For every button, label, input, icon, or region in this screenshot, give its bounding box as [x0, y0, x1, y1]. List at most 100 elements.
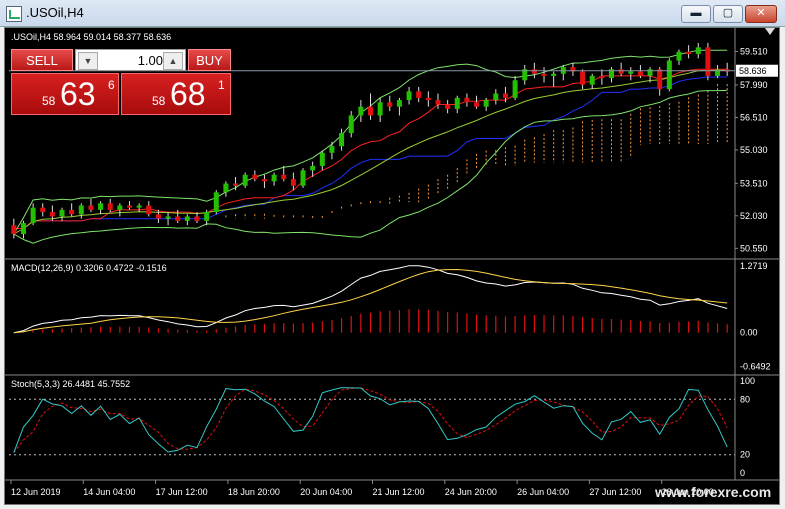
- candle-body: [184, 216, 190, 221]
- close-button[interactable]: ✕: [745, 5, 777, 23]
- window-title: .USOil,H4: [26, 5, 84, 20]
- buy-price-button[interactable]: 58 68 1: [121, 73, 231, 115]
- candle-body: [242, 174, 248, 186]
- candle-body: [127, 205, 132, 208]
- chart-shift-marker-icon[interactable]: [765, 28, 775, 35]
- candle-body: [445, 104, 451, 109]
- price-axis-label: 59.510: [740, 47, 768, 57]
- stoch-axis-label: 100: [740, 376, 755, 386]
- candle-body: [252, 174, 258, 180]
- price-axis-label: 55.030: [740, 145, 768, 155]
- candle-body: [368, 106, 373, 116]
- candle-body: [502, 93, 508, 98]
- candle-body: [223, 183, 229, 193]
- candle-body: [300, 170, 306, 186]
- lot-size-value: 1.00: [137, 53, 163, 68]
- candle-body: [233, 183, 239, 186]
- current-price-label: 58.636: [739, 66, 767, 76]
- candle-body: [329, 146, 335, 153]
- candle-body: [319, 152, 325, 166]
- sell-price-prefix: 58: [42, 94, 56, 108]
- candle-body: [676, 51, 682, 61]
- candle-body: [271, 174, 277, 182]
- candle-body: [30, 207, 36, 224]
- buy-price-main: 68: [170, 76, 206, 112]
- time-axis-label: 21 Jun 12:00: [373, 487, 425, 497]
- candle-body: [78, 205, 84, 215]
- time-axis-label: 27 Jun 12:00: [589, 487, 641, 497]
- price-axis-label: 57.990: [740, 80, 768, 90]
- candle-body: [474, 102, 480, 107]
- candle-body: [194, 216, 200, 221]
- chart-header-text: .USOil,H4 58.964 59.014 58.377 58.636: [11, 32, 171, 42]
- watermark-text: www.forexre.com: [655, 484, 772, 500]
- time-axis-label: 12 Jun 2019: [11, 487, 61, 497]
- candle-body: [580, 71, 586, 85]
- price-axis-label: 53.510: [740, 178, 768, 188]
- candle-body: [98, 203, 104, 210]
- lot-decrease-icon[interactable]: ▼: [78, 52, 98, 70]
- candle-body: [290, 179, 296, 186]
- candle-body: [628, 71, 634, 74]
- candle-body: [49, 212, 55, 217]
- time-axis-label: 18 Jun 20:00: [228, 487, 280, 497]
- candle-body: [666, 60, 672, 90]
- candle-body: [155, 214, 161, 219]
- stoch-main-line: [13, 387, 728, 453]
- candle-body: [339, 133, 345, 147]
- window-titlebar: .USOil,H4 ▬ ▢ ✕: [0, 0, 785, 27]
- candle-body: [204, 212, 210, 221]
- sell-price-pip: 6: [108, 78, 115, 92]
- buy-price-prefix: 58: [152, 94, 166, 108]
- candle-body: [686, 51, 692, 54]
- time-axis-label: 14 Jun 04:00: [83, 487, 135, 497]
- macd-axis-label: -0.6492: [740, 362, 771, 372]
- candle-body: [59, 209, 65, 217]
- candle-body: [40, 207, 46, 213]
- stoch-axis-label: 80: [740, 394, 750, 404]
- candle-body: [396, 100, 402, 107]
- stoch-label: Stoch(5,3,3) 26.4481 45.7552: [11, 379, 130, 389]
- candle-body: [310, 165, 316, 171]
- candle-body: [512, 80, 518, 98]
- candle-body: [493, 93, 499, 101]
- candle-body: [387, 102, 393, 107]
- candle-body: [406, 91, 412, 101]
- buy-price-pip: 1: [218, 78, 225, 92]
- lot-increase-icon[interactable]: ▲: [163, 52, 183, 70]
- candle-body: [136, 205, 142, 208]
- lot-size-input[interactable]: ▼ 1.00 ▲: [75, 49, 186, 71]
- candle-body: [589, 75, 595, 85]
- candle-body: [531, 69, 537, 74]
- candle-body: [20, 223, 26, 235]
- minimize-button[interactable]: ▬: [681, 5, 711, 23]
- sell-button[interactable]: SELL: [11, 49, 73, 71]
- maximize-button[interactable]: ▢: [713, 5, 743, 23]
- time-axis-label: 17 Jun 12:00: [156, 487, 208, 497]
- price-axis-label: 56.510: [740, 112, 768, 122]
- candle-body: [416, 91, 422, 98]
- candle-body: [637, 71, 643, 76]
- candle-body: [454, 97, 460, 109]
- candle-body: [435, 100, 441, 105]
- candle-body: [358, 106, 364, 116]
- macd-label: MACD(12,26,9) 0.3206 0.4722 -0.1516: [11, 263, 167, 273]
- candle-body: [281, 174, 287, 180]
- candle-body: [599, 75, 605, 79]
- time-axis-label: 20 Jun 04:00: [300, 487, 352, 497]
- macd-axis-label: 0.00: [740, 328, 758, 338]
- stoch-signal-line: [13, 387, 728, 454]
- candle-body: [541, 73, 547, 76]
- candle-body: [107, 203, 113, 210]
- candle-body: [483, 100, 489, 107]
- sell-price-button[interactable]: 58 63 6: [11, 73, 119, 115]
- buy-button[interactable]: BUY: [188, 49, 231, 71]
- one-click-trading-panel: SELL ▼ 1.00 ▲ BUY 58 63 6 58 68 1: [11, 49, 231, 115]
- stoch-axis-label: 20: [740, 450, 750, 460]
- candle-body: [213, 192, 219, 213]
- price-axis-label: 50.550: [740, 243, 768, 253]
- candle-body: [88, 205, 94, 210]
- candle-body: [657, 69, 663, 90]
- candle-body: [705, 47, 711, 76]
- macd-axis-label: 1.2719: [740, 261, 768, 271]
